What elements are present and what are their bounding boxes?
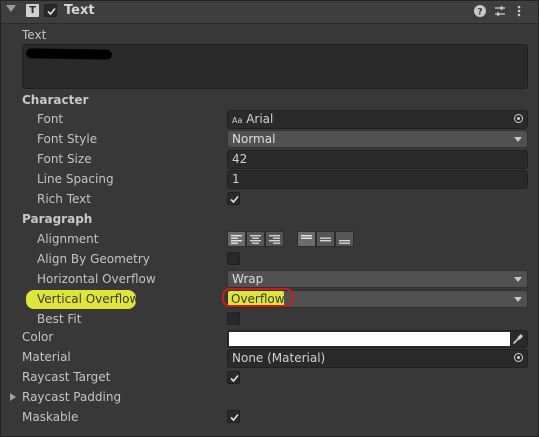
- more-options-icon[interactable]: [512, 4, 526, 18]
- font-size-label: Font Size: [37, 152, 92, 166]
- align-bottom-icon: [339, 240, 350, 244]
- horizontal-overflow-label: Horizontal Overflow: [37, 272, 156, 286]
- horizontal-overflow-dropdown[interactable]: Wrap: [227, 270, 528, 288]
- align-middle-icon: [320, 237, 331, 242]
- dropdown-arrow-icon: [514, 137, 522, 142]
- font-value: Arial: [246, 112, 274, 126]
- redaction-scribble: [25, 48, 113, 60]
- align-center-button[interactable]: [246, 231, 265, 247]
- eyedropper-icon[interactable]: [512, 333, 524, 345]
- help-icon[interactable]: ?: [473, 4, 487, 18]
- align-center-icon: [250, 235, 261, 244]
- svg-text:?: ?: [477, 8, 482, 18]
- dropdown-arrow-icon: [514, 297, 522, 302]
- checkmark-icon: [230, 413, 239, 422]
- font-style-dropdown[interactable]: Normal: [227, 130, 528, 148]
- align-left-icon: [231, 235, 242, 244]
- color-swatch: [229, 332, 510, 343]
- raycast-target-label: Raycast Target: [22, 370, 111, 384]
- fold-arrow-icon[interactable]: [6, 5, 16, 12]
- align-by-geometry-checkbox[interactable]: [227, 252, 240, 265]
- best-fit-label: Best Fit: [37, 312, 82, 326]
- material-label: Material: [22, 350, 71, 364]
- align-top-button[interactable]: [297, 231, 316, 247]
- dropdown-arrow-icon: [514, 277, 522, 282]
- font-size-field[interactable]: 42: [227, 150, 528, 169]
- font-label: Font: [37, 112, 64, 126]
- checkmark-icon: [230, 374, 239, 383]
- component-enabled-checkbox[interactable]: [44, 4, 57, 17]
- character-heading: Character: [22, 93, 89, 107]
- color-field[interactable]: [227, 330, 528, 348]
- alpha-bar: [229, 343, 510, 346]
- alignment-label: Alignment: [37, 232, 99, 246]
- font-style-value: Normal: [232, 132, 276, 146]
- line-spacing-label: Line Spacing: [37, 172, 114, 186]
- align-top-icon: [301, 235, 312, 239]
- rich-text-checkbox[interactable]: [227, 192, 240, 205]
- text-label: Text: [22, 28, 47, 42]
- align-right-icon: [269, 235, 280, 244]
- color-label: Color: [22, 330, 54, 344]
- material-value: None (Material): [232, 351, 326, 365]
- text-value-field[interactable]: [22, 44, 528, 89]
- material-field[interactable]: None (Material): [227, 349, 528, 368]
- text-component-icon: T: [26, 4, 39, 17]
- font-asset-icon: Aa: [232, 116, 243, 125]
- align-by-geometry-label: Align By Geometry: [37, 252, 150, 266]
- raycast-padding-label[interactable]: Raycast Padding: [22, 390, 121, 404]
- maskable-checkbox[interactable]: [227, 410, 240, 423]
- checkmark-icon: [230, 195, 239, 204]
- font-field[interactable]: Aa Arial: [227, 110, 528, 129]
- paragraph-heading: Paragraph: [22, 212, 93, 226]
- best-fit-checkbox[interactable]: [227, 312, 240, 325]
- align-bottom-button[interactable]: [335, 231, 354, 247]
- object-picker-icon[interactable]: [514, 114, 523, 123]
- font-style-label: Font Style: [37, 132, 98, 146]
- rich-text-label: Rich Text: [37, 192, 91, 206]
- horizontal-overflow-value: Wrap: [232, 272, 264, 286]
- align-middle-button[interactable]: [316, 231, 335, 247]
- foldout-arrow-icon[interactable]: [10, 393, 16, 401]
- checkmark-icon: [47, 7, 56, 16]
- object-picker-icon[interactable]: [514, 353, 523, 362]
- line-spacing-field[interactable]: 1: [227, 170, 528, 189]
- align-right-button[interactable]: [265, 231, 284, 247]
- presets-icon[interactable]: [493, 4, 507, 18]
- maskable-label: Maskable: [22, 410, 79, 424]
- component-title: Text: [64, 3, 95, 18]
- vertical-overflow-label: Vertical Overflow: [37, 292, 140, 306]
- raycast-target-checkbox[interactable]: [227, 371, 240, 384]
- align-left-button[interactable]: [227, 231, 246, 247]
- red-annotation-outline: [222, 288, 294, 307]
